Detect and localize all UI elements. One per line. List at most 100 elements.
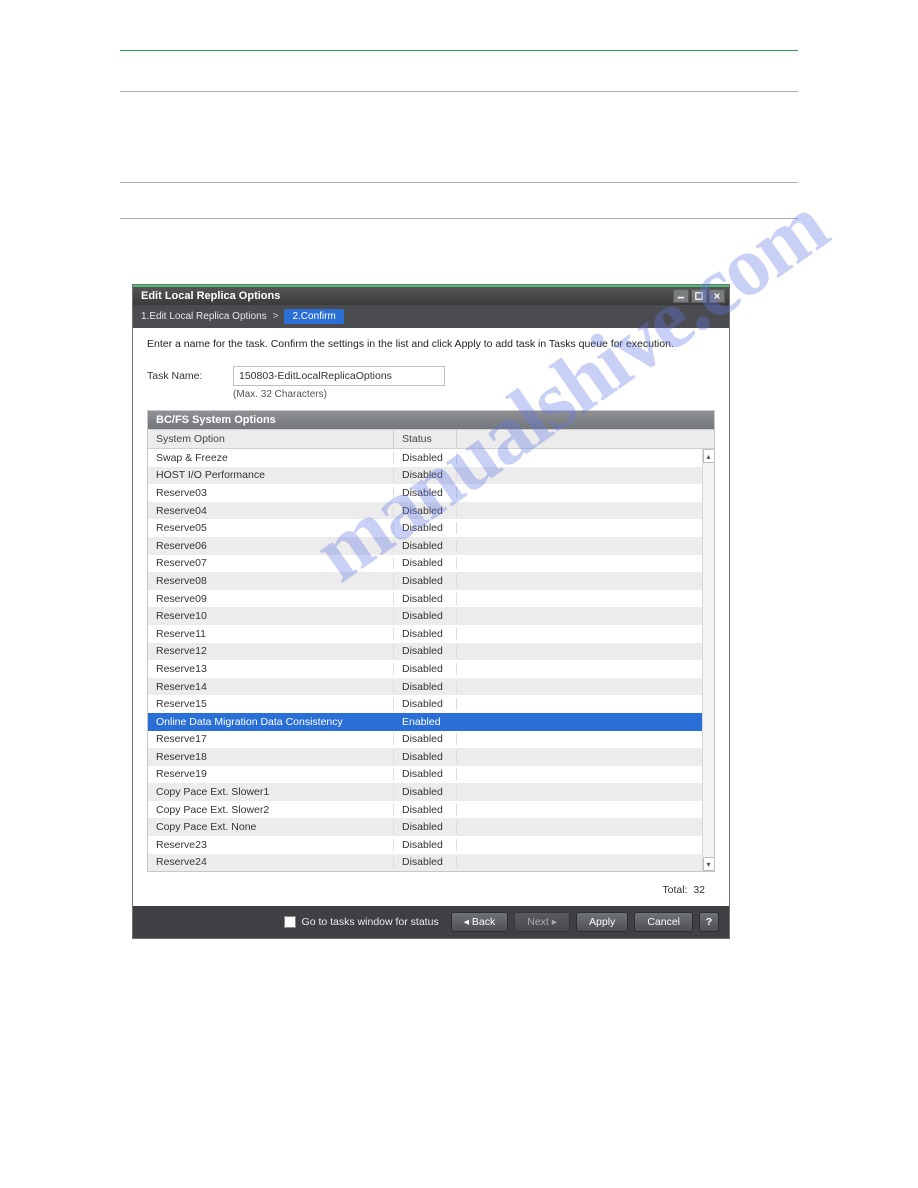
table-row[interactable]: Reserve09Disabled — [148, 590, 714, 608]
cell-status: Disabled — [394, 751, 457, 763]
cell-option: Swap & Freeze — [148, 452, 394, 464]
cell-option: Copy Pace Ext. Slower2 — [148, 804, 394, 816]
table-row[interactable]: Reserve11Disabled — [148, 625, 714, 643]
cell-option: Reserve19 — [148, 768, 394, 780]
cell-option: Reserve07 — [148, 557, 394, 569]
cell-option: Reserve10 — [148, 610, 394, 622]
table-row[interactable]: Reserve17Disabled — [148, 731, 714, 749]
cell-option: Copy Pace Ext. None — [148, 821, 394, 833]
table-row[interactable]: Online Data Migration Data ConsistencyEn… — [148, 713, 714, 731]
cell-status: Disabled — [394, 540, 457, 552]
table-row[interactable]: Reserve12Disabled — [148, 643, 714, 661]
cell-option: Reserve03 — [148, 487, 394, 499]
cell-option: Reserve18 — [148, 751, 394, 763]
window-title: Edit Local Replica Options — [141, 290, 280, 302]
breadcrumb-step-2: 2.Confirm — [284, 309, 343, 324]
maximize-icon[interactable] — [691, 289, 707, 303]
table-row[interactable]: Reserve15Disabled — [148, 695, 714, 713]
cell-status: Disabled — [394, 487, 457, 499]
cell-option: Reserve06 — [148, 540, 394, 552]
table-row[interactable]: HOST I/O PerformanceDisabled — [148, 467, 714, 485]
decorative-line — [120, 218, 798, 219]
table-row[interactable]: Reserve05Disabled — [148, 519, 714, 537]
cell-status: Disabled — [394, 469, 457, 481]
table-row[interactable]: Reserve18Disabled — [148, 748, 714, 766]
cell-status: Disabled — [394, 839, 457, 851]
task-name-input[interactable] — [233, 366, 445, 386]
cell-status: Disabled — [394, 821, 457, 833]
cell-option: Reserve23 — [148, 839, 394, 851]
table-row[interactable]: Reserve03Disabled — [148, 484, 714, 502]
status-checkbox-label: Go to tasks window for status — [302, 916, 439, 928]
breadcrumb-separator: > — [273, 311, 279, 322]
cell-option: Online Data Migration Data Consistency — [148, 716, 394, 728]
table-row[interactable]: Reserve19Disabled — [148, 766, 714, 784]
table-row[interactable]: Reserve24Disabled — [148, 854, 714, 872]
cell-status: Disabled — [394, 593, 457, 605]
column-header-option[interactable]: System Option — [148, 430, 394, 448]
table-row[interactable]: Reserve07Disabled — [148, 555, 714, 573]
back-button[interactable]: ◂ Back — [451, 912, 509, 932]
cell-status: Disabled — [394, 733, 457, 745]
wizard-window: Edit Local Replica Options 1.Edit Local … — [132, 284, 730, 939]
column-header-status[interactable]: Status — [394, 430, 457, 448]
cell-option: Reserve13 — [148, 663, 394, 675]
cell-status: Disabled — [394, 505, 457, 517]
minimize-icon[interactable] — [673, 289, 689, 303]
cell-option: Reserve09 — [148, 593, 394, 605]
cell-option: Reserve04 — [148, 505, 394, 517]
decorative-line — [120, 182, 798, 183]
table-row[interactable]: Reserve14Disabled — [148, 678, 714, 696]
cell-status: Disabled — [394, 628, 457, 640]
table-row[interactable]: Reserve08Disabled — [148, 572, 714, 590]
scroll-up-icon[interactable]: ▴ — [703, 449, 715, 463]
next-button: Next ▸ — [514, 912, 570, 932]
cell-status: Enabled — [394, 716, 457, 728]
cell-status: Disabled — [394, 786, 457, 798]
scrollbar[interactable]: ▴ ▾ — [702, 449, 714, 871]
cell-status: Disabled — [394, 663, 457, 675]
total-line: Total: 32 — [133, 878, 729, 906]
cell-status: Disabled — [394, 856, 457, 868]
cell-option: HOST I/O Performance — [148, 469, 394, 481]
cell-status: Disabled — [394, 645, 457, 657]
cell-option: Reserve15 — [148, 698, 394, 710]
help-button[interactable]: ? — [699, 912, 719, 932]
breadcrumb-step-1[interactable]: 1.Edit Local Replica Options — [141, 311, 267, 322]
table-row[interactable]: Reserve23Disabled — [148, 836, 714, 854]
table-row[interactable]: Copy Pace Ext. NoneDisabled — [148, 818, 714, 836]
titlebar: Edit Local Replica Options — [133, 285, 729, 305]
column-headers: System Option Status — [148, 429, 714, 449]
scroll-down-icon[interactable]: ▾ — [703, 857, 715, 871]
apply-button[interactable]: Apply — [576, 912, 628, 932]
table-row[interactable]: Reserve06Disabled — [148, 537, 714, 555]
status-checkbox-wrap[interactable]: Go to tasks window for status — [284, 916, 439, 928]
table-row[interactable]: Swap & FreezeDisabled — [148, 449, 714, 467]
instruction-text: Enter a name for the task. Confirm the s… — [133, 328, 729, 360]
cell-status: Disabled — [394, 522, 457, 534]
cell-option: Reserve17 — [148, 733, 394, 745]
cell-status: Disabled — [394, 557, 457, 569]
task-name-label: Task Name: — [147, 366, 233, 382]
table-row[interactable]: Reserve10Disabled — [148, 607, 714, 625]
table-row[interactable]: Reserve04Disabled — [148, 502, 714, 520]
table-row[interactable]: Copy Pace Ext. Slower1Disabled — [148, 783, 714, 801]
table-row[interactable]: Reserve13Disabled — [148, 660, 714, 678]
cell-option: Reserve08 — [148, 575, 394, 587]
cell-status: Disabled — [394, 768, 457, 780]
task-name-hint: (Max. 32 Characters) — [233, 389, 445, 400]
cell-option: Reserve14 — [148, 681, 394, 693]
cell-option: Copy Pace Ext. Slower1 — [148, 786, 394, 798]
total-value: 32 — [693, 884, 705, 896]
status-checkbox[interactable] — [284, 916, 296, 928]
cell-status: Disabled — [394, 698, 457, 710]
rows-viewport[interactable]: Swap & FreezeDisabledHOST I/O Performanc… — [148, 449, 714, 871]
cell-option: Reserve24 — [148, 856, 394, 868]
close-icon[interactable] — [709, 289, 725, 303]
table-row[interactable]: Copy Pace Ext. Slower2Disabled — [148, 801, 714, 819]
wizard-footer: Go to tasks window for status ◂ Back Nex… — [133, 906, 729, 938]
breadcrumb: 1.Edit Local Replica Options > 2.Confirm — [133, 305, 729, 328]
decorative-line — [120, 91, 798, 92]
cell-status: Disabled — [394, 575, 457, 587]
cancel-button[interactable]: Cancel — [634, 912, 693, 932]
